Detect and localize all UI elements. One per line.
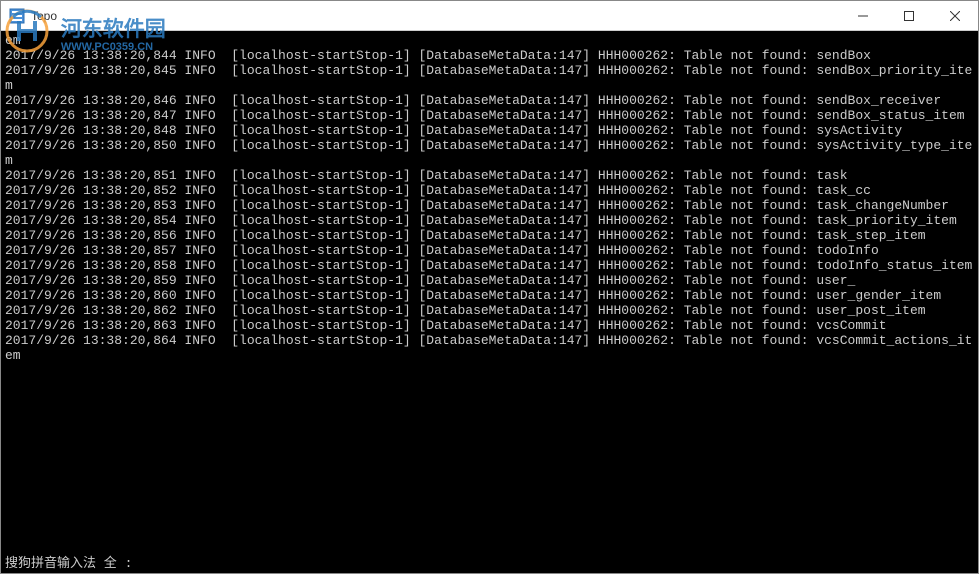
log-line: 2017/9/26 13:38:20,847 INFO [localhost-s… <box>5 108 974 123</box>
log-line: 2017/9/26 13:38:20,858 INFO [localhost-s… <box>5 258 974 273</box>
log-line: 2017/9/26 13:38:20,851 INFO [localhost-s… <box>5 168 974 183</box>
window-controls <box>840 1 978 30</box>
log-line: 2017/9/26 13:38:20,862 INFO [localhost-s… <box>5 303 974 318</box>
log-line: 2017/9/26 13:38:20,853 INFO [localhost-s… <box>5 198 974 213</box>
maximize-button[interactable] <box>886 1 932 30</box>
window-title: Topo <box>31 9 840 23</box>
window-titlebar: Topo <box>1 1 978 31</box>
log-line: 2017/9/26 13:38:20,844 INFO [localhost-s… <box>5 48 974 63</box>
log-line: 2017/9/26 13:38:20,846 INFO [localhost-s… <box>5 93 974 108</box>
app-icon <box>9 8 25 24</box>
log-line: 2017/9/26 13:38:20,852 INFO [localhost-s… <box>5 183 974 198</box>
ime-status: 搜狗拼音输入法 全 : <box>5 552 132 571</box>
log-line: 2017/9/26 13:38:20,850 INFO [localhost-s… <box>5 138 974 168</box>
console-output[interactable]: em2017/9/26 13:38:20,844 INFO [localhost… <box>1 31 978 573</box>
log-line: 2017/9/26 13:38:20,863 INFO [localhost-s… <box>5 318 974 333</box>
log-line: em <box>5 33 974 48</box>
log-line: 2017/9/26 13:38:20,845 INFO [localhost-s… <box>5 63 974 93</box>
minimize-button[interactable] <box>840 1 886 30</box>
log-line: 2017/9/26 13:38:20,856 INFO [localhost-s… <box>5 228 974 243</box>
log-line: 2017/9/26 13:38:20,854 INFO [localhost-s… <box>5 213 974 228</box>
close-button[interactable] <box>932 1 978 30</box>
log-line: 2017/9/26 13:38:20,859 INFO [localhost-s… <box>5 273 974 288</box>
log-line: 2017/9/26 13:38:20,848 INFO [localhost-s… <box>5 123 974 138</box>
log-line: 2017/9/26 13:38:20,860 INFO [localhost-s… <box>5 288 974 303</box>
log-line: 2017/9/26 13:38:20,857 INFO [localhost-s… <box>5 243 974 258</box>
log-line: 2017/9/26 13:38:20,864 INFO [localhost-s… <box>5 333 974 363</box>
